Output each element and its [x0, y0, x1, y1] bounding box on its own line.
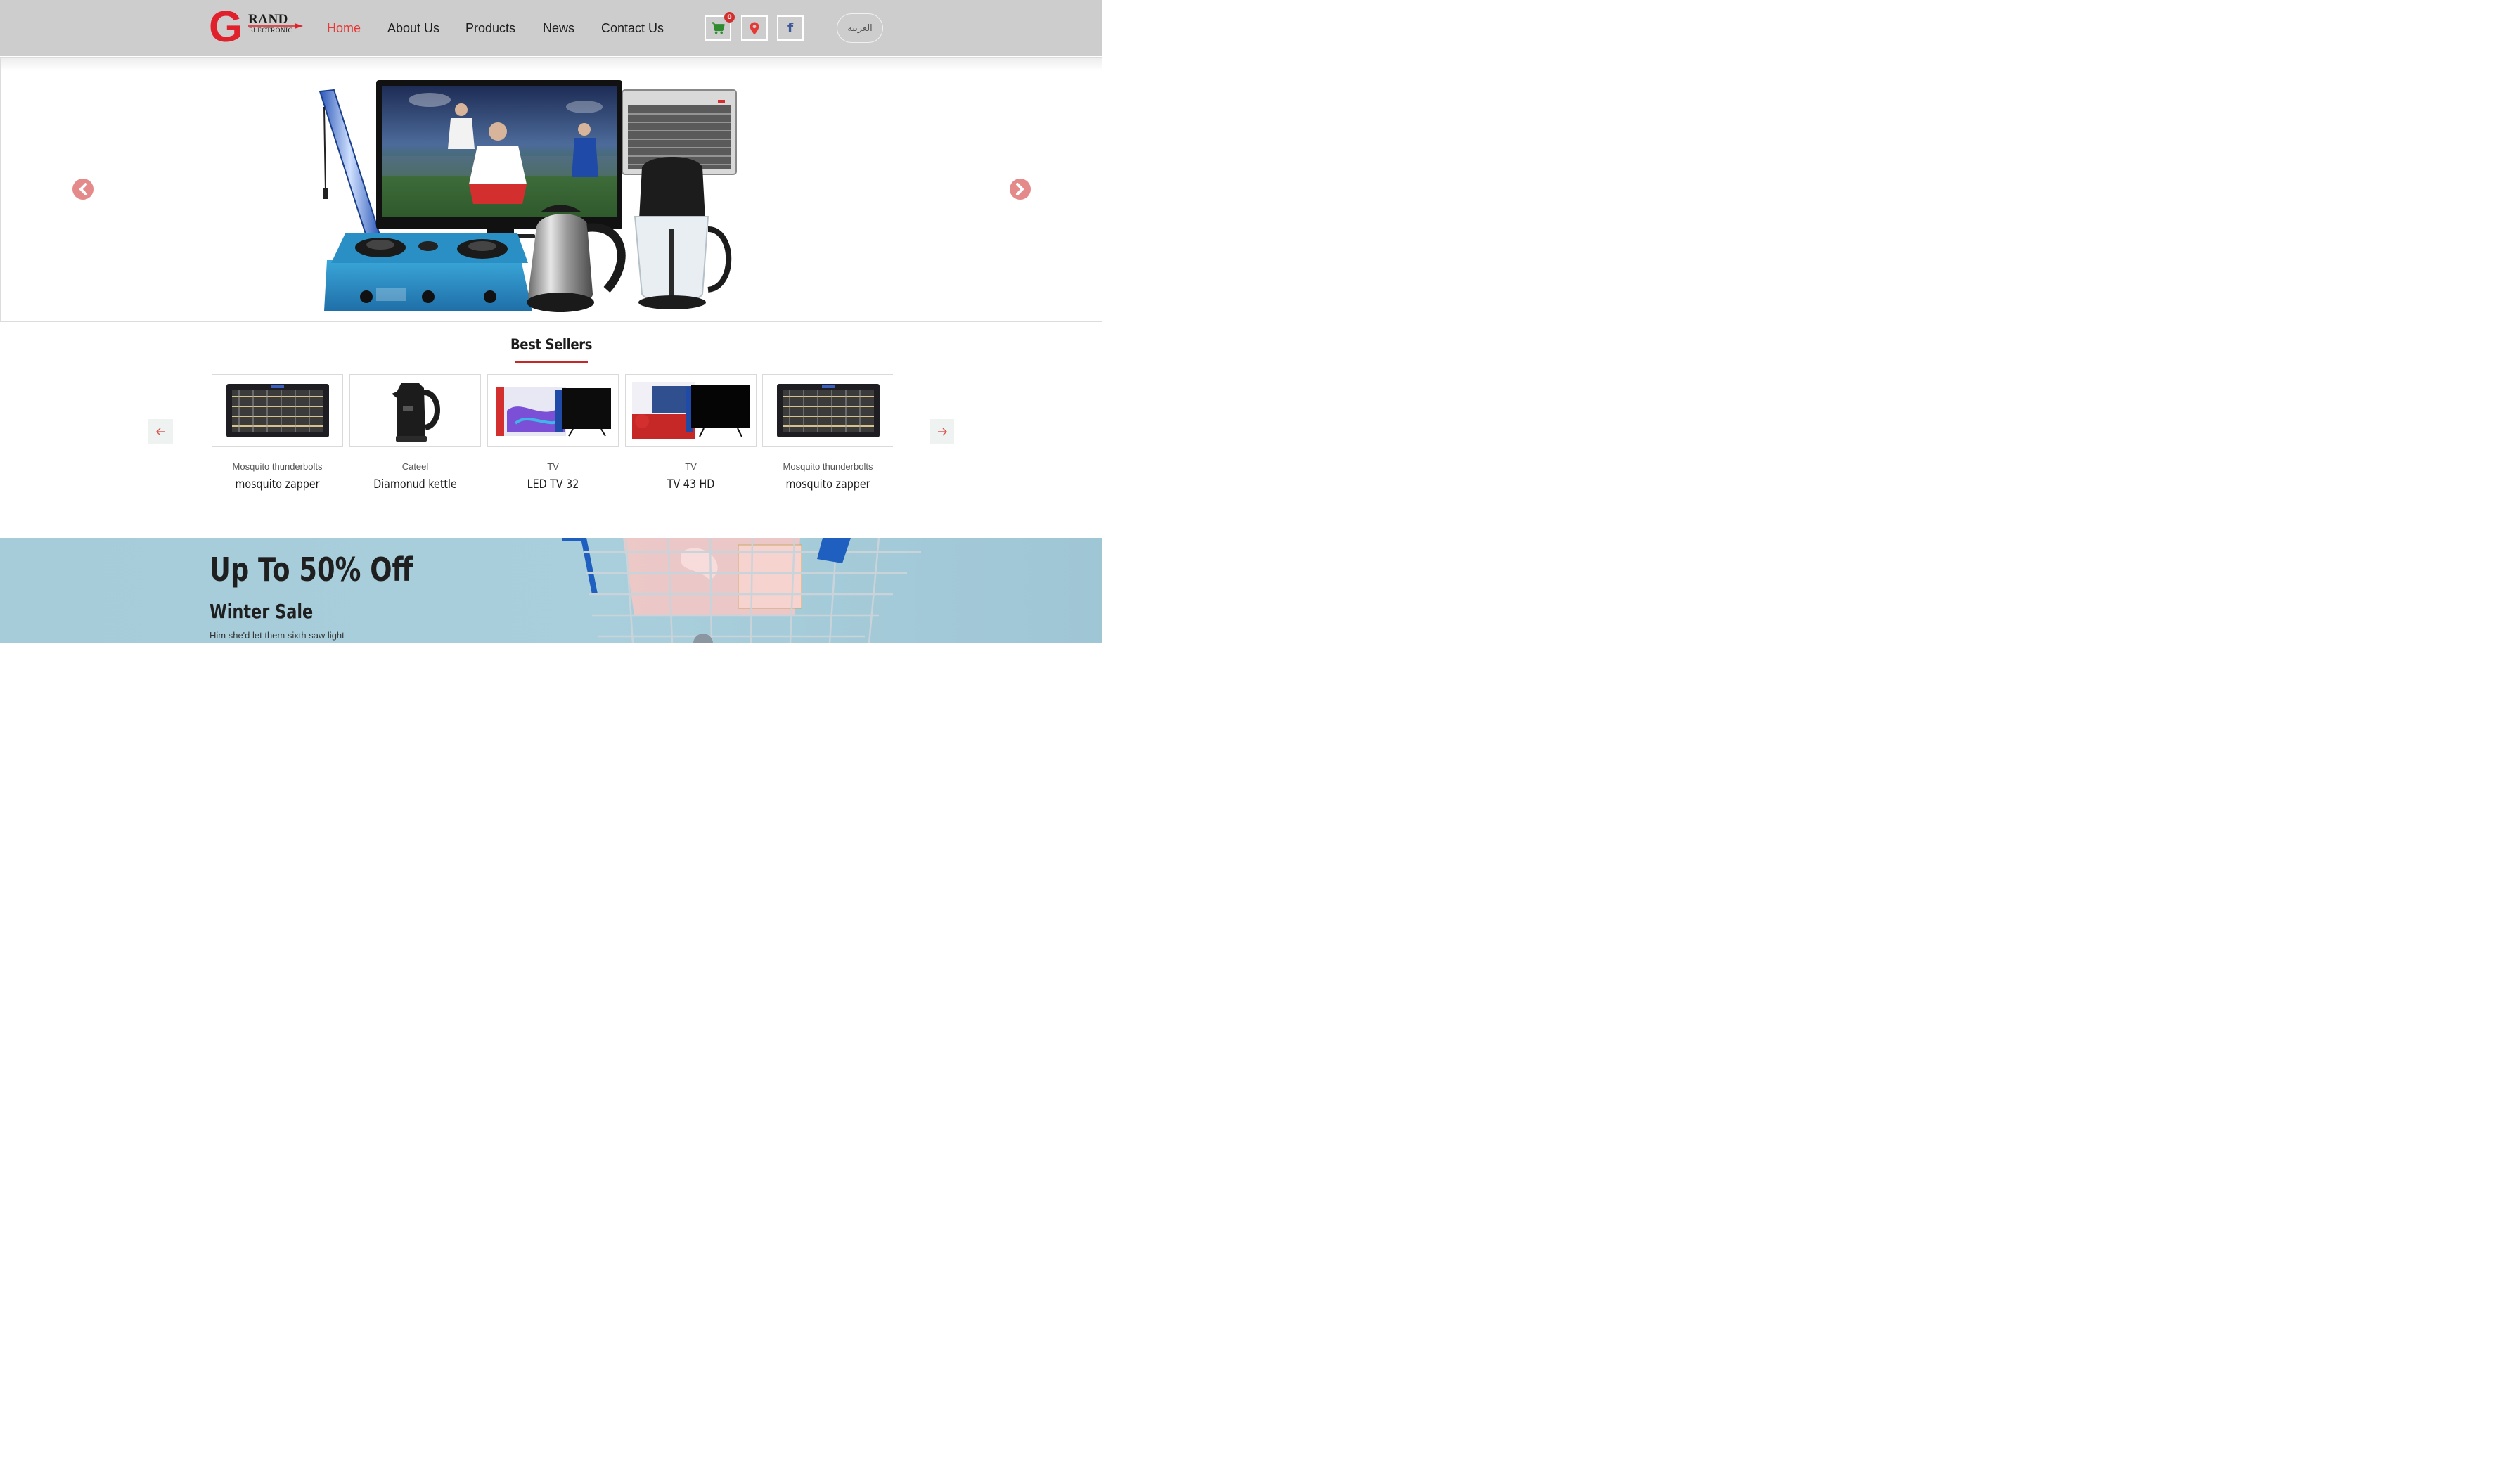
- arrow-left-icon: [155, 428, 165, 435]
- product-category: Mosquito thunderbolts: [783, 461, 873, 472]
- product-image[interactable]: [625, 374, 757, 447]
- mosquito-zapper-image: [776, 383, 880, 437]
- product-name[interactable]: Diamonud kettle: [360, 477, 470, 492]
- product-name[interactable]: LED TV 32: [498, 477, 608, 492]
- nav-contact-us[interactable]: Contact Us: [601, 20, 664, 37]
- hero-prev-button[interactable]: [72, 179, 94, 200]
- product-card[interactable]: Mosquito thunderbolts mosquito zapper: [212, 374, 343, 492]
- tv-box-image: [631, 381, 750, 439]
- tv-box-image: [495, 386, 611, 437]
- product-name[interactable]: TV 43 HD: [636, 477, 746, 492]
- promo-text: Him she'd let them sixth saw light: [210, 630, 345, 641]
- site-header: G RAND ELECTRONIC Home About Us Products…: [0, 0, 1102, 56]
- title-underline: [515, 361, 588, 363]
- logo-letter: G: [209, 3, 243, 51]
- best-sellers-prev-button[interactable]: [148, 419, 173, 444]
- nav-home[interactable]: Home: [327, 20, 361, 37]
- hero-products-image: [319, 80, 737, 312]
- best-sellers-title: Best Sellers: [510, 336, 593, 353]
- brand-logo[interactable]: G RAND ELECTRONIC: [209, 3, 307, 51]
- facebook-icon: f: [787, 20, 794, 36]
- chevron-left-icon: [79, 183, 87, 195]
- product-card[interactable]: Cateel Diamonud kettle: [349, 374, 481, 492]
- product-name[interactable]: mosquito zapper: [773, 477, 883, 492]
- promo-headline: Up To 50% Off: [210, 551, 413, 589]
- map-pin-icon: [750, 22, 759, 34]
- facebook-button[interactable]: f: [777, 15, 804, 41]
- product-image[interactable]: [487, 374, 619, 447]
- nav-about-us[interactable]: About Us: [387, 20, 439, 37]
- product-category: TV: [547, 461, 559, 472]
- mosquito-zapper-image: [226, 383, 329, 437]
- nav-news[interactable]: News: [543, 20, 574, 37]
- product-card[interactable]: TV TV 43 HD: [625, 374, 757, 492]
- product-category: TV: [685, 461, 697, 472]
- arrow-right-icon: [937, 428, 947, 435]
- kettle-image: [391, 382, 440, 442]
- language-toggle-button[interactable]: العربيه: [837, 13, 883, 43]
- product-image[interactable]: [349, 374, 481, 447]
- best-sellers-next-button[interactable]: [930, 419, 954, 444]
- hero-slider: [0, 57, 1102, 322]
- promo-subheading: Winter Sale: [210, 600, 314, 623]
- shopping-cart-image: [562, 538, 921, 643]
- product-image[interactable]: [212, 374, 343, 447]
- product-name[interactable]: mosquito zapper: [222, 477, 333, 492]
- hero-next-button[interactable]: [1010, 179, 1031, 200]
- promo-banner: Up To 50% Off Winter Sale Him she'd let …: [0, 538, 1102, 643]
- product-card[interactable]: Mosquito thunderbolts mosquito zapper: [762, 374, 893, 492]
- product-card[interactable]: TV LED TV 32: [487, 374, 619, 492]
- cart-button[interactable]: 0: [705, 12, 735, 41]
- shopping-cart-icon: [712, 22, 725, 34]
- chevron-right-icon: [1016, 183, 1024, 195]
- product-category: Mosquito thunderbolts: [232, 461, 323, 472]
- product-category: Cateel: [401, 461, 429, 472]
- location-button[interactable]: [741, 15, 768, 41]
- product-image[interactable]: [762, 374, 893, 447]
- cart-count-badge: 0: [724, 12, 735, 23]
- logo-tagline: ELECTRONIC: [249, 27, 293, 34]
- nav-products[interactable]: Products: [465, 20, 515, 37]
- best-sellers-carousel: Mosquito thunderbolts mosquito zapper Ca…: [212, 374, 893, 501]
